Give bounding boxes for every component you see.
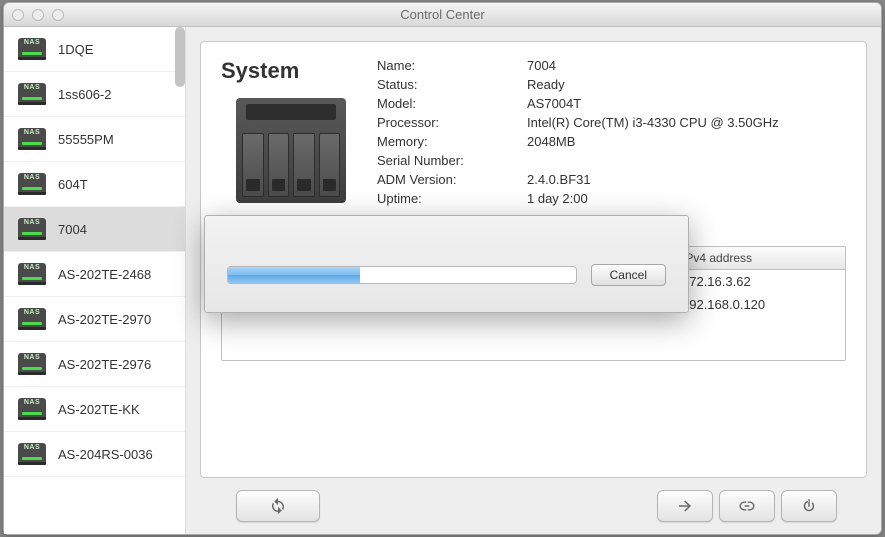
- sidebar-item-as-204rs-0036[interactable]: AS-204RS-0036: [4, 432, 185, 477]
- system-heading: System: [221, 58, 361, 84]
- sidebar-item-label: AS-202TE-2468: [58, 267, 151, 282]
- product-image: [221, 92, 361, 203]
- sidebar-item-7004[interactable]: 7004: [4, 207, 185, 252]
- sidebar-item-as-202te-2970[interactable]: AS-202TE-2970: [4, 297, 185, 342]
- refresh-button[interactable]: [236, 490, 320, 522]
- sidebar-item-label: AS-202TE-2976: [58, 357, 151, 372]
- nas-icon: [18, 353, 46, 375]
- value-name: 7004: [527, 58, 846, 73]
- value-processor: Intel(R) Core(TM) i3-4330 CPU @ 3.50GHz: [527, 115, 846, 130]
- sidebar-item-label: AS-204RS-0036: [58, 447, 153, 462]
- sidebar-item-label: 604T: [58, 177, 88, 192]
- power-button[interactable]: [781, 490, 837, 522]
- nas-icon: [18, 263, 46, 285]
- label-processor: Processor:: [377, 115, 527, 130]
- cell-ip: 172.16.3.62: [672, 270, 845, 293]
- titlebar: Control Center: [4, 3, 881, 27]
- sidebar: 1DQE 1ss606-2 55555PM 604T 7004 AS-202TE…: [4, 27, 186, 534]
- sidebar-item-604t[interactable]: 604T: [4, 162, 185, 207]
- zoom-window[interactable]: [52, 9, 64, 21]
- power-icon: [800, 497, 818, 515]
- sidebar-item-as-202te-2976[interactable]: AS-202TE-2976: [4, 342, 185, 387]
- footer-toolbar: [200, 478, 867, 534]
- link-button[interactable]: [719, 490, 775, 522]
- label-uptime: Uptime:: [377, 191, 527, 206]
- minimize-window[interactable]: [32, 9, 44, 21]
- nas-icon: [18, 398, 46, 420]
- sidebar-item-label: AS-202TE-KK: [58, 402, 140, 417]
- connect-button[interactable]: [657, 490, 713, 522]
- label-status: Status:: [377, 77, 527, 92]
- nas-icon: [18, 83, 46, 105]
- window-controls: [12, 9, 64, 21]
- value-memory: 2048MB: [527, 134, 846, 149]
- value-status: Ready: [527, 77, 846, 92]
- sidebar-item-as-202te-kk[interactable]: AS-202TE-KK: [4, 387, 185, 432]
- nas-icon: [18, 38, 46, 60]
- nas-icon: [18, 173, 46, 195]
- sidebar-item-label: 55555PM: [58, 132, 114, 147]
- sidebar-item-label: 1ss606-2: [58, 87, 111, 102]
- value-uptime: 1 day 2:00: [527, 191, 846, 206]
- sidebar-item-55555pm[interactable]: 55555PM: [4, 117, 185, 162]
- nas-icon: [18, 308, 46, 330]
- progress-fill: [228, 267, 360, 283]
- sidebar-item-1ss606-2[interactable]: 1ss606-2: [4, 72, 185, 117]
- window-title: Control Center: [4, 7, 881, 22]
- label-model: Model:: [377, 96, 527, 111]
- cell-ip: 192.168.0.120: [672, 293, 845, 316]
- sidebar-item-1dqe[interactable]: 1DQE: [4, 27, 185, 72]
- close-window[interactable]: [12, 9, 24, 21]
- nas-icon: [18, 218, 46, 240]
- value-adm: 2.4.0.BF31: [527, 172, 846, 187]
- value-serial: [527, 153, 846, 168]
- label-serial: Serial Number:: [377, 153, 527, 168]
- refresh-icon: [269, 497, 287, 515]
- sidebar-item-label: 1DQE: [58, 42, 93, 57]
- col-header-ip[interactable]: IPv4 address: [672, 247, 845, 269]
- label-memory: Memory:: [377, 134, 527, 149]
- label-adm: ADM Version:: [377, 172, 527, 187]
- sidebar-item-as-202te-2468[interactable]: AS-202TE-2468: [4, 252, 185, 297]
- cancel-button[interactable]: Cancel: [591, 264, 666, 286]
- sidebar-item-label: 7004: [58, 222, 87, 237]
- arrow-right-icon: [676, 497, 694, 515]
- link-icon: [738, 497, 756, 515]
- value-model: AS7004T: [527, 96, 846, 111]
- sidebar-scrollbar[interactable]: [175, 27, 185, 87]
- app-window: Control Center 1DQE 1ss606-2 55555PM 604…: [3, 2, 882, 535]
- nas-icon: [18, 128, 46, 150]
- nas-icon: [18, 443, 46, 465]
- system-info-grid: Name: 7004 Status: Ready Model: AS7004T …: [377, 58, 846, 206]
- progress-dialog: Cancel: [204, 215, 689, 313]
- label-name: Name:: [377, 58, 527, 73]
- progress-bar: [227, 266, 577, 284]
- sidebar-item-label: AS-202TE-2970: [58, 312, 151, 327]
